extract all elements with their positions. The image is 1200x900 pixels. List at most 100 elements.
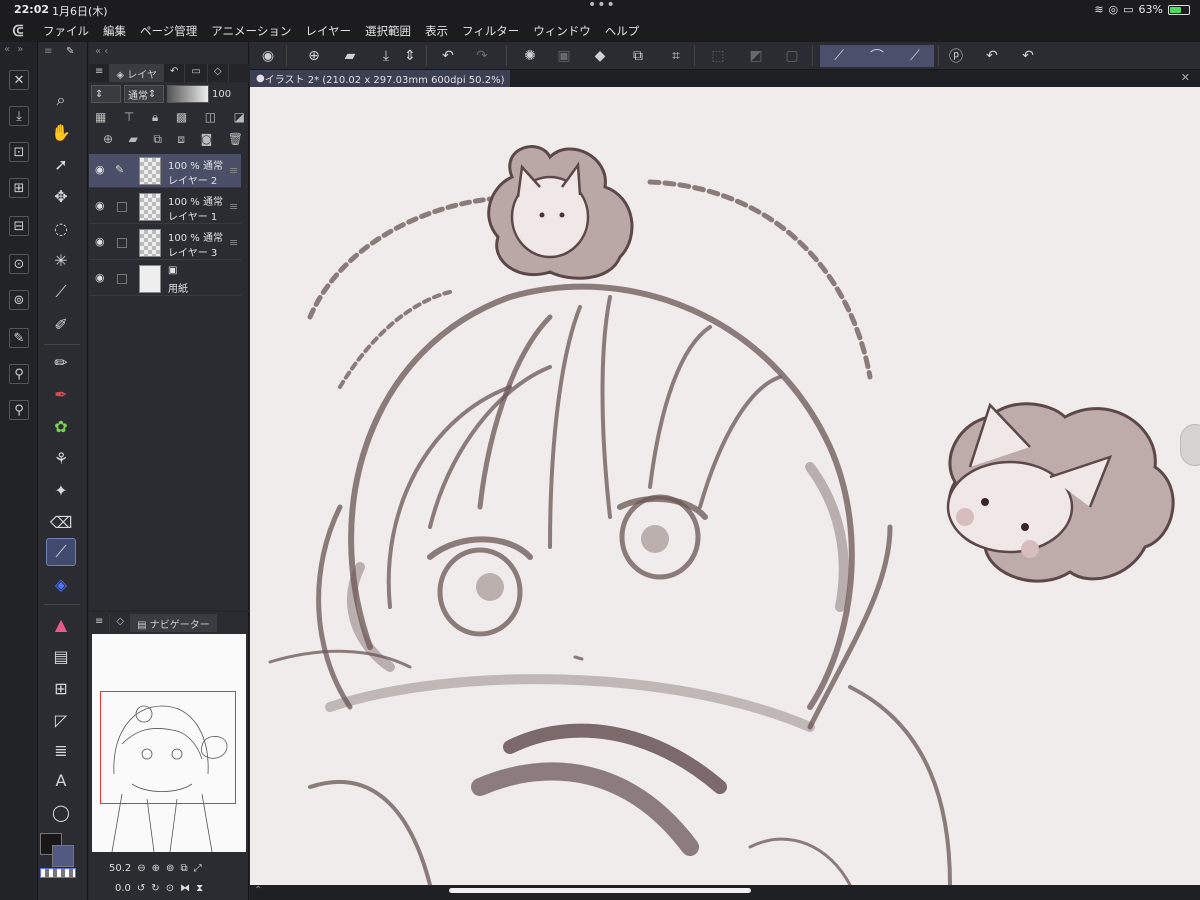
crop-icon[interactable]: ⌗ xyxy=(664,45,688,67)
actual-size-icon[interactable]: ⊚ xyxy=(166,863,174,874)
panel-menu-icon[interactable]: ≡ xyxy=(89,64,111,82)
magic-wand-tool-icon[interactable]: ✳ xyxy=(46,246,76,274)
blend-tool-icon[interactable]: ⟋ xyxy=(46,538,76,566)
operation-tool-icon[interactable]: ➚ xyxy=(46,150,76,178)
layer-menu-icon[interactable]: ≡ xyxy=(229,200,238,213)
blend-mode-select[interactable]: 通常 ⇕ xyxy=(124,85,164,103)
eye-icon[interactable]: ◉ xyxy=(95,271,105,284)
menu-file[interactable]: ファイル xyxy=(36,23,96,39)
opacity-slider[interactable] xyxy=(167,85,209,103)
brush-tool-icon[interactable]: ✒ xyxy=(46,380,76,408)
airbrush-tool-icon[interactable]: ⚘ xyxy=(46,444,76,472)
layer-select-checkbox[interactable] xyxy=(117,238,127,248)
document-tab[interactable]: ● イラスト 2* (210.02 x 297.03mm 600dpi 50.2… xyxy=(250,70,511,87)
camera-icon[interactable]: ⊙ xyxy=(9,254,29,274)
eraser-tool-icon[interactable]: ⌫ xyxy=(46,508,76,536)
text-tool-icon[interactable]: A xyxy=(46,766,76,794)
navigator-view-rect[interactable] xyxy=(100,691,236,804)
help-icon[interactable]: ⓟ xyxy=(944,45,968,67)
loading-icon[interactable]: ✺ xyxy=(518,45,542,67)
edit-icon[interactable]: ✎ xyxy=(9,328,29,348)
layer-row[interactable]: ◉ ✎ 100 % 通常 レイヤー 2 ≡ xyxy=(89,154,241,188)
menu-page[interactable]: ページ管理 xyxy=(133,23,204,39)
delete-layer-icon[interactable]: 🗑︎ xyxy=(228,132,243,152)
app-logo-icon[interactable]: ᕳ xyxy=(0,22,36,40)
collapse-chevrons-icon[interactable]: « » xyxy=(4,44,25,55)
selection-border-icon[interactable]: ▢ xyxy=(780,45,804,67)
fullscreen-icon[interactable]: ⤢ xyxy=(194,863,202,874)
new-layer-icon[interactable]: ⊕ xyxy=(103,132,113,152)
layer-select-checkbox[interactable] xyxy=(117,202,127,212)
sparkle-tool-icon[interactable]: ✦ xyxy=(46,476,76,504)
ref-layer-icon[interactable]: ⊤ xyxy=(124,110,134,130)
zoom-value[interactable]: 50.2 xyxy=(109,863,131,874)
save-options-icon[interactable]: ⇕ xyxy=(398,45,422,67)
deselect-icon[interactable]: ⬚ xyxy=(706,45,730,67)
copy-layer-icon[interactable]: ⧉ xyxy=(153,132,162,152)
rotate-left-icon[interactable]: ↺ xyxy=(137,883,145,894)
fit-icon[interactable]: ⧉ xyxy=(180,863,187,874)
panel-menu-icon[interactable]: ≡ xyxy=(89,614,111,632)
layer-row[interactable]: ◉ ▣ 用紙 xyxy=(89,262,241,296)
fill-icon[interactable]: ◆ xyxy=(588,45,612,67)
new-file-icon[interactable]: ⊕ xyxy=(302,45,326,67)
quick-access-3-icon[interactable]: ⊟ xyxy=(9,216,29,236)
lasso-tool-icon[interactable]: ◌ xyxy=(46,214,76,242)
decoration-tool-icon[interactable]: ✿ xyxy=(46,412,76,440)
panel-menu-icon[interactable]: ≡ xyxy=(44,46,52,57)
figure2-icon[interactable]: ⚲ xyxy=(9,400,29,420)
mask-on-icon[interactable]: ◫ xyxy=(205,110,216,130)
menu-animation[interactable]: アニメーション xyxy=(204,23,298,39)
clip-icon[interactable]: ▦ xyxy=(95,110,106,130)
zoom-tool-icon[interactable]: ⌕ xyxy=(46,86,76,114)
menu-layer[interactable]: レイヤー xyxy=(298,23,358,39)
open-folder-icon[interactable]: ▰ xyxy=(338,45,362,67)
figure-icon[interactable]: ⚲ xyxy=(9,364,29,384)
layer-menu-icon[interactable]: ≡ xyxy=(229,236,238,249)
layer-select-checkbox[interactable] xyxy=(117,274,127,284)
undo-icon[interactable]: ↶ xyxy=(436,45,460,67)
rotation-value[interactable]: 0.0 xyxy=(115,883,131,894)
flip-horizontal-icon[interactable]: ⧓ xyxy=(180,883,190,894)
navigator-preview[interactable] xyxy=(92,634,246,852)
hand-tool-icon[interactable]: ✋ xyxy=(46,118,76,146)
ruler-snap-icon[interactable]: ⟋ xyxy=(820,45,858,67)
quick-access-2-icon[interactable]: ⊞ xyxy=(9,178,29,198)
opacity-value[interactable]: 100 xyxy=(212,89,231,100)
rotate-right-icon[interactable]: ↻ xyxy=(151,883,159,894)
figure-tool-icon[interactable]: ◸ xyxy=(46,706,76,734)
tab-subview-icon[interactable]: ◇ xyxy=(110,614,132,632)
merge-icon[interactable]: ⧈ xyxy=(177,132,185,152)
eye-icon[interactable]: ◉ xyxy=(95,163,105,176)
multitask-dots[interactable]: ••• xyxy=(588,0,616,13)
tab-material-icon[interactable]: ◇ xyxy=(208,64,229,82)
pen-tool-icon[interactable]: ✐ xyxy=(46,310,76,338)
lines-tool-icon[interactable]: ≣ xyxy=(46,736,76,764)
sub-color-swatch[interactable] xyxy=(52,845,74,867)
pencil-tool-icon[interactable]: ✏ xyxy=(46,348,76,376)
tab-layer[interactable]: ◈ レイヤ xyxy=(110,64,164,82)
new-folder-icon[interactable]: ▰ xyxy=(129,132,138,152)
zoom-out-icon[interactable]: ⊖ xyxy=(137,863,145,874)
lock-icon[interactable]: 🔒︎ xyxy=(152,110,158,130)
save-icon[interactable]: ⤓ xyxy=(374,45,398,67)
undo2-icon[interactable]: ↶ xyxy=(980,45,1004,67)
undo3-icon[interactable]: ↶ xyxy=(1016,45,1040,67)
move-tool-icon[interactable]: ✥ xyxy=(46,182,76,210)
menu-filter[interactable]: フィルター xyxy=(455,23,526,39)
menu-view[interactable]: 表示 xyxy=(418,23,455,39)
layer-menu-icon[interactable]: ≡ xyxy=(229,164,238,177)
blend-lock-toggle[interactable]: ⇕ xyxy=(91,85,121,103)
transparent-color-swatch[interactable] xyxy=(40,868,76,878)
tab-navigator[interactable]: ▤ ナビゲーター xyxy=(131,614,217,632)
quick-access-4-icon[interactable]: ⊚ xyxy=(9,290,29,310)
menu-help[interactable]: ヘルプ xyxy=(598,23,647,39)
balloon-tool-icon[interactable]: ◯ xyxy=(46,798,76,826)
clear-icon[interactable]: ▣ xyxy=(552,45,576,67)
menu-selection[interactable]: 選択範囲 xyxy=(358,23,418,39)
eye-icon[interactable]: ◉ xyxy=(95,235,105,248)
tab-history-icon[interactable]: ↶ xyxy=(164,64,186,82)
home-indicator[interactable] xyxy=(449,888,751,893)
mask-off-icon[interactable]: ◪ xyxy=(234,110,245,130)
frame-tool-icon[interactable]: ⊞ xyxy=(46,674,76,702)
